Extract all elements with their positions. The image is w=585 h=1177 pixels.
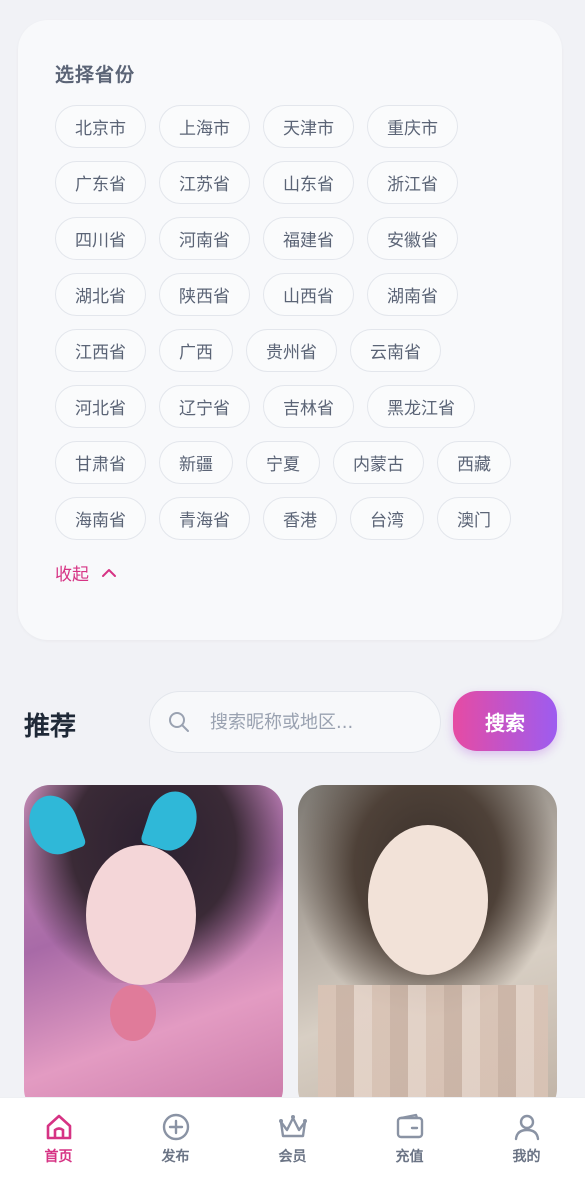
province-chip[interactable]: 天津市 bbox=[263, 105, 354, 148]
search-icon bbox=[169, 712, 189, 732]
province-chip[interactable]: 河北省 bbox=[55, 385, 146, 428]
wallet-icon bbox=[396, 1113, 423, 1139]
search-button[interactable]: 搜索 bbox=[453, 691, 557, 751]
province-chip[interactable]: 上海市 bbox=[159, 105, 250, 148]
nav-label: 首页 bbox=[44, 1149, 73, 1165]
province-chip[interactable]: 江苏省 bbox=[159, 161, 250, 204]
province-chip[interactable]: 香港 bbox=[263, 497, 337, 540]
province-chip[interactable]: 福建省 bbox=[263, 217, 354, 260]
province-chip[interactable]: 河南省 bbox=[159, 217, 250, 260]
province-chip[interactable]: 浙江省 bbox=[367, 161, 458, 204]
photo-flower bbox=[110, 985, 156, 1041]
chevron-up-icon bbox=[102, 568, 116, 577]
profile-photo-card[interactable] bbox=[24, 785, 283, 1115]
province-chip-row: 四川省 河南省 福建省 安徽省 bbox=[55, 217, 535, 260]
province-chip[interactable]: 北京市 bbox=[55, 105, 146, 148]
province-chip[interactable]: 台湾 bbox=[350, 497, 424, 540]
province-chip[interactable]: 吉林省 bbox=[263, 385, 354, 428]
recommend-title: 推荐 bbox=[24, 712, 77, 742]
province-chip[interactable]: 贵州省 bbox=[246, 329, 337, 372]
province-chip-list: 北京市 上海市 天津市 重庆市 广东省 江苏省 山东省 浙江省 四川省 河南省 福建省 安徽省 湖北省陕… bbox=[55, 105, 535, 553]
collapse-button[interactable]: 收起 bbox=[55, 560, 117, 585]
bottom-nav: 首页 发布 会员 充值 我的 bbox=[0, 1097, 585, 1177]
province-chip[interactable]: 澳门 bbox=[437, 497, 511, 540]
province-chip[interactable]: 广西 bbox=[159, 329, 233, 372]
photo-face bbox=[86, 845, 196, 985]
province-chip[interactable]: 青海省 bbox=[159, 497, 250, 540]
nav-item-vip[interactable]: 会员 bbox=[234, 1098, 351, 1177]
home-icon bbox=[46, 1114, 71, 1140]
user-icon bbox=[514, 1114, 539, 1141]
crown-icon bbox=[278, 1115, 307, 1138]
search-input[interactable] bbox=[210, 711, 420, 733]
province-chip[interactable]: 陕西省 bbox=[159, 273, 250, 316]
mosaic-blur bbox=[318, 985, 548, 1115]
province-chip[interactable]: 湖北省 bbox=[55, 273, 146, 316]
province-selector-card: 选择省份 北京市 上海市 天津市 重庆市 广东省 江苏省 山东省 浙江省 四川省 河南省 福建省 安徽… bbox=[18, 20, 562, 640]
province-chip[interactable]: 海南省 bbox=[55, 497, 146, 540]
province-chip[interactable]: 重庆市 bbox=[367, 105, 458, 148]
search-box[interactable] bbox=[149, 691, 441, 753]
collapse-label: 收起 bbox=[55, 565, 89, 585]
province-chip-row: 广东省 江苏省 山东省 浙江省 bbox=[55, 161, 535, 204]
nav-label: 充值 bbox=[395, 1149, 424, 1165]
nav-item-home[interactable]: 首页 bbox=[0, 1098, 117, 1177]
province-chip[interactable]: 宁夏 bbox=[246, 441, 320, 484]
nav-label: 我的 bbox=[512, 1149, 541, 1165]
province-chip[interactable]: 黑龙江省 bbox=[367, 385, 475, 428]
province-chip[interactable]: 甘肃省 bbox=[55, 441, 146, 484]
province-panel-title: 选择省份 bbox=[55, 64, 136, 86]
province-chip-row: 河北省 辽宁省 吉林省 黑龙江省 bbox=[55, 385, 535, 428]
province-chip[interactable]: 安徽省 bbox=[367, 217, 458, 260]
province-chip[interactable]: 山东省 bbox=[263, 161, 354, 204]
plus-circle-icon bbox=[162, 1113, 189, 1141]
profile-photo-card[interactable] bbox=[298, 785, 557, 1115]
nav-item-recharge[interactable]: 充值 bbox=[351, 1098, 468, 1177]
province-chip[interactable]: 江西省 bbox=[55, 329, 146, 372]
province-chip[interactable]: 广东省 bbox=[55, 161, 146, 204]
province-chip-row: 北京市 上海市 天津市 重庆市 bbox=[55, 105, 535, 148]
province-chip[interactable]: 新疆 bbox=[159, 441, 233, 484]
province-chip[interactable]: 湖南省 bbox=[367, 273, 458, 316]
nav-label: 发布 bbox=[161, 1149, 190, 1165]
nav-item-profile[interactable]: 我的 bbox=[468, 1098, 585, 1177]
province-chip[interactable]: 山西省 bbox=[263, 273, 354, 316]
province-chip[interactable]: 内蒙古 bbox=[333, 441, 424, 484]
province-chip[interactable]: 西藏 bbox=[437, 441, 511, 484]
province-chip-row: 甘肃省 新疆 宁夏 内蒙古 西藏 bbox=[55, 441, 535, 484]
province-chip-row: 海南省 青海省 香港 台湾 澳门 bbox=[55, 497, 535, 540]
province-chip-row: 江西省 广西 贵州省 云南省 bbox=[55, 329, 535, 372]
province-chip[interactable]: 辽宁省 bbox=[159, 385, 250, 428]
province-chip[interactable]: 四川省 bbox=[55, 217, 146, 260]
province-chip[interactable]: 云南省 bbox=[350, 329, 441, 372]
nav-label: 会员 bbox=[278, 1149, 307, 1165]
nav-item-publish[interactable]: 发布 bbox=[117, 1098, 234, 1177]
photo-face bbox=[368, 825, 488, 975]
province-chip-row: 湖北省 陕西省 山西省 湖南省 bbox=[55, 273, 535, 316]
